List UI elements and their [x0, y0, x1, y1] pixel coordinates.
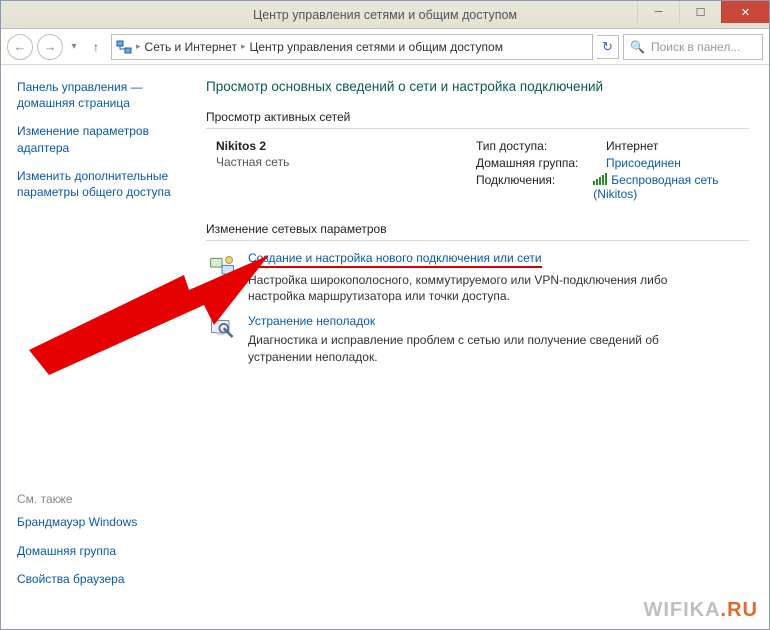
search-input[interactable]: 🔍 Поиск в панел... — [623, 34, 763, 60]
content-body: Панель управления — домашняя страница Из… — [1, 65, 769, 629]
arrow-right-icon: → — [44, 39, 57, 54]
page-heading: Просмотр основных сведений о сети и наст… — [206, 79, 749, 94]
sidebar-bottom: См. также Брандмауэр Windows Домашняя гр… — [17, 492, 186, 619]
search-icon: 🔍 — [630, 40, 645, 54]
setup-connection-link[interactable]: Создание и настройка нового подключения … — [248, 251, 542, 265]
access-type-label: Тип доступа: — [476, 139, 606, 153]
troubleshoot-link[interactable]: Устранение неполадок — [248, 314, 375, 328]
arrow-up-icon: ↑ — [93, 40, 99, 54]
window: Центр управления сетями и общим доступом… — [0, 0, 770, 630]
history-dropdown[interactable]: ▾ — [67, 41, 81, 52]
back-button[interactable]: ← — [7, 34, 33, 60]
setup-connection-item: Создание и настройка нового подключения … — [206, 251, 749, 304]
window-controls: ─ ☐ ✕ — [637, 1, 769, 23]
wifi-signal-icon — [593, 173, 607, 185]
address-bar[interactable]: ▸ Сеть и Интернет ▸ Центр управления сет… — [111, 34, 593, 60]
forward-button[interactable]: → — [37, 34, 63, 60]
sidebar-link-adapter[interactable]: Изменение параметров адаптера — [17, 123, 186, 155]
connection-link[interactable]: Беспроводная сеть (Nikitos) — [593, 173, 718, 201]
network-type: Частная сеть — [216, 155, 456, 169]
main-panel: Просмотр основных сведений о сети и наст… — [196, 65, 769, 629]
access-type-value: Интернет — [606, 139, 658, 153]
arrow-left-icon: ← — [14, 39, 27, 54]
breadcrumb-item[interactable]: Сеть и Интернет — [145, 40, 237, 54]
chevron-right-icon: ▸ — [136, 41, 141, 52]
watermark: WIFIKA.RU — [643, 599, 758, 622]
sidebar-link-homegroup[interactable]: Домашняя группа — [17, 543, 186, 559]
troubleshoot-item: Устранение неполадок Диагностика и испра… — [206, 314, 749, 364]
connections-label: Подключения: — [476, 173, 593, 201]
navbar: ← → ▾ ↑ ▸ Сеть и Интернет ▸ Центр управл… — [1, 29, 769, 65]
active-networks-title: Просмотр активных сетей — [206, 110, 749, 124]
see-also-label: См. также — [17, 492, 186, 506]
titlebar: Центр управления сетями и общим доступом… — [1, 1, 769, 29]
setup-connection-icon — [206, 251, 238, 283]
setup-connection-desc: Настройка широкополосного, коммутируемог… — [248, 272, 678, 304]
sidebar-link-firewall[interactable]: Брандмауэр Windows — [17, 514, 186, 530]
change-settings-title: Изменение сетевых параметров — [206, 222, 749, 236]
troubleshoot-icon — [206, 314, 238, 346]
network-details: Тип доступа: Интернет Домашняя группа: П… — [476, 139, 749, 204]
refresh-icon: ↻ — [602, 39, 613, 55]
active-network-block: Nikitos 2 Частная сеть Тип доступа: Инте… — [206, 139, 749, 204]
network-name: Nikitos 2 — [216, 139, 456, 153]
sidebar-link-sharing[interactable]: Изменить дополнительные параметры общего… — [17, 168, 186, 200]
sidebar-link-home[interactable]: Панель управления — домашняя страница — [17, 79, 186, 111]
sidebar: Панель управления — домашняя страница Из… — [1, 65, 196, 629]
search-placeholder: Поиск в панел... — [651, 40, 740, 54]
divider — [206, 240, 749, 241]
homegroup-label: Домашняя группа: — [476, 156, 606, 170]
divider — [206, 128, 749, 129]
maximize-button[interactable]: ☐ — [679, 1, 721, 23]
up-button[interactable]: ↑ — [85, 36, 107, 58]
close-button[interactable]: ✕ — [721, 1, 769, 23]
breadcrumb-item[interactable]: Центр управления сетями и общим доступом — [249, 40, 503, 54]
network-identity: Nikitos 2 Частная сеть — [206, 139, 456, 204]
network-icon — [116, 39, 132, 55]
minimize-button[interactable]: ─ — [637, 1, 679, 23]
homegroup-link[interactable]: Присоединен — [606, 156, 681, 170]
troubleshoot-desc: Диагностика и исправление проблем с сеть… — [248, 332, 678, 364]
refresh-button[interactable]: ↻ — [597, 35, 619, 59]
change-settings-block: Изменение сетевых параметров Создание и … — [206, 222, 749, 365]
sidebar-link-browser[interactable]: Свойства браузера — [17, 571, 186, 587]
chevron-right-icon: ▸ — [241, 41, 246, 52]
